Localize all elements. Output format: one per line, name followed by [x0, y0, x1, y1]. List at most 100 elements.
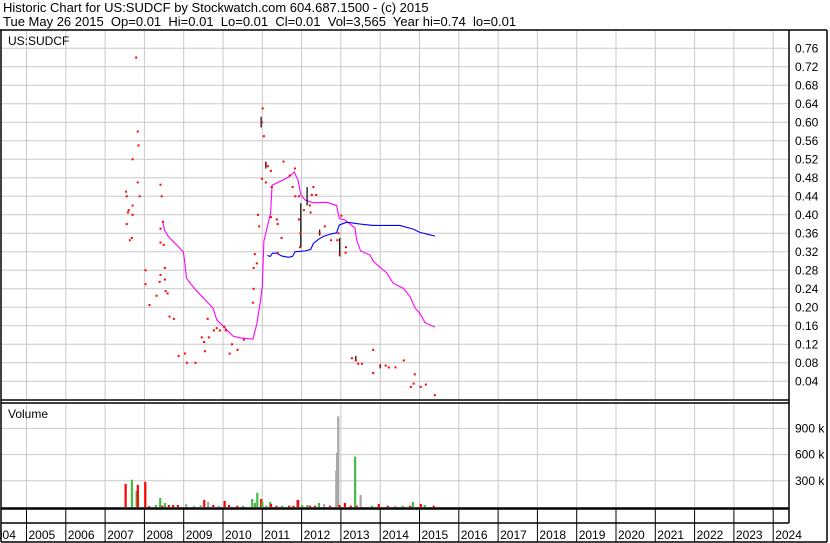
- price-tick-label: 0.04: [795, 374, 819, 388]
- price-tick-label: 0.72: [795, 60, 819, 74]
- volume-bar: [167, 504, 170, 507]
- price-tick-label: 0.12: [795, 337, 819, 351]
- volume-bar: [176, 504, 180, 507]
- price-point: [350, 357, 353, 360]
- price-point: [288, 174, 291, 177]
- price-tick-label: 0.24: [795, 282, 819, 296]
- volume-bar: [308, 505, 312, 507]
- volume-bar: [432, 505, 435, 507]
- price-point: [312, 186, 315, 189]
- price-tick-label: 0.52: [795, 152, 819, 166]
- volume-bar: [317, 502, 321, 507]
- price-point: [354, 359, 357, 362]
- price-tick-label: 0.20: [795, 300, 819, 314]
- price-point: [252, 266, 255, 269]
- price-point: [419, 385, 422, 388]
- volume-bar: [154, 504, 157, 507]
- year-label: 2014: [382, 528, 409, 542]
- price-point: [200, 336, 203, 339]
- price-point: [144, 269, 147, 272]
- price-point: [275, 218, 278, 221]
- price-point: [163, 278, 166, 281]
- volume-bar: [313, 505, 317, 507]
- price-point: [224, 329, 227, 332]
- stock-chart: US:SUDCF Volume 0.76 0.72 0.68 0.64 0.60 0.56…: [0, 29, 828, 543]
- price-point: [126, 211, 129, 214]
- year-label: 2020: [618, 528, 645, 542]
- volume-bar: [172, 504, 175, 507]
- year-label: 2005: [29, 528, 56, 542]
- price-point: [402, 359, 405, 362]
- price-point: [361, 362, 364, 365]
- price-point: [318, 232, 321, 235]
- price-point: [384, 364, 387, 367]
- price-tick-label: 0.68: [795, 78, 819, 92]
- volume-bar: [343, 502, 347, 507]
- price-point: [302, 209, 305, 212]
- volume-bar: [148, 506, 151, 508]
- year-label: 2006: [68, 528, 95, 542]
- price-point: [252, 287, 255, 290]
- year-label: 2004: [0, 528, 16, 542]
- volume-bar: [130, 479, 134, 507]
- volume-bar: [207, 501, 210, 507]
- price-tick-label: 0.48: [795, 171, 819, 185]
- price-tick-label: 0.76: [795, 41, 819, 55]
- price-point: [159, 241, 162, 244]
- price-point: [297, 195, 300, 198]
- price-point: [162, 243, 165, 246]
- price-point: [412, 382, 415, 385]
- volume-bar: [349, 505, 352, 507]
- price-tick-label: 0.32: [795, 245, 819, 259]
- price-point: [260, 121, 263, 124]
- volume-bar: [401, 505, 404, 507]
- price-point: [159, 227, 162, 230]
- price-point: [161, 220, 164, 223]
- chart-frame: [0, 29, 828, 543]
- price-point: [183, 352, 186, 355]
- volume-bar: [386, 505, 389, 507]
- price-point: [215, 327, 218, 330]
- price-point: [218, 329, 221, 332]
- volume-bar: [323, 503, 326, 507]
- price-point: [293, 167, 296, 170]
- volume-bar: [261, 501, 264, 507]
- volume-bar: [159, 497, 162, 507]
- price-point: [266, 165, 269, 168]
- price-point: [433, 394, 436, 397]
- price-point: [336, 239, 339, 242]
- price-point: [223, 325, 226, 328]
- volume-bar: [256, 492, 259, 507]
- price-point: [310, 193, 313, 196]
- price-point: [255, 262, 258, 265]
- year-label: 2019: [579, 528, 606, 542]
- price-point: [424, 383, 427, 386]
- price-point: [264, 162, 267, 165]
- price-point: [337, 232, 340, 235]
- volume-bar: [423, 504, 426, 507]
- price-point: [315, 193, 318, 196]
- price-point: [124, 190, 127, 193]
- year-axis-labels: 2004 2005 2006 2007 2008 2009 2010 2011 2012 2013…: [0, 528, 802, 542]
- price-point: [231, 343, 234, 346]
- year-label: 2010: [225, 528, 252, 542]
- price-point: [166, 292, 169, 295]
- price-point: [280, 236, 283, 239]
- year-label: 2015: [422, 528, 449, 542]
- symbol-label: US:SUDCF: [8, 34, 69, 48]
- volume-bar: [144, 481, 147, 507]
- year-label: 2007: [107, 528, 134, 542]
- price-point: [128, 239, 131, 242]
- price-point: [253, 253, 256, 256]
- price-point: [127, 209, 130, 212]
- price-point: [160, 195, 163, 198]
- volume-bar: [227, 504, 231, 507]
- volume-bar: [306, 504, 309, 507]
- price-point: [413, 373, 416, 376]
- price-point: [137, 144, 140, 147]
- year-label: 2017: [500, 528, 527, 542]
- price-point: [236, 348, 239, 351]
- volume-bar: [377, 503, 380, 507]
- price-series: [124, 56, 436, 397]
- volume-bar: [419, 503, 422, 507]
